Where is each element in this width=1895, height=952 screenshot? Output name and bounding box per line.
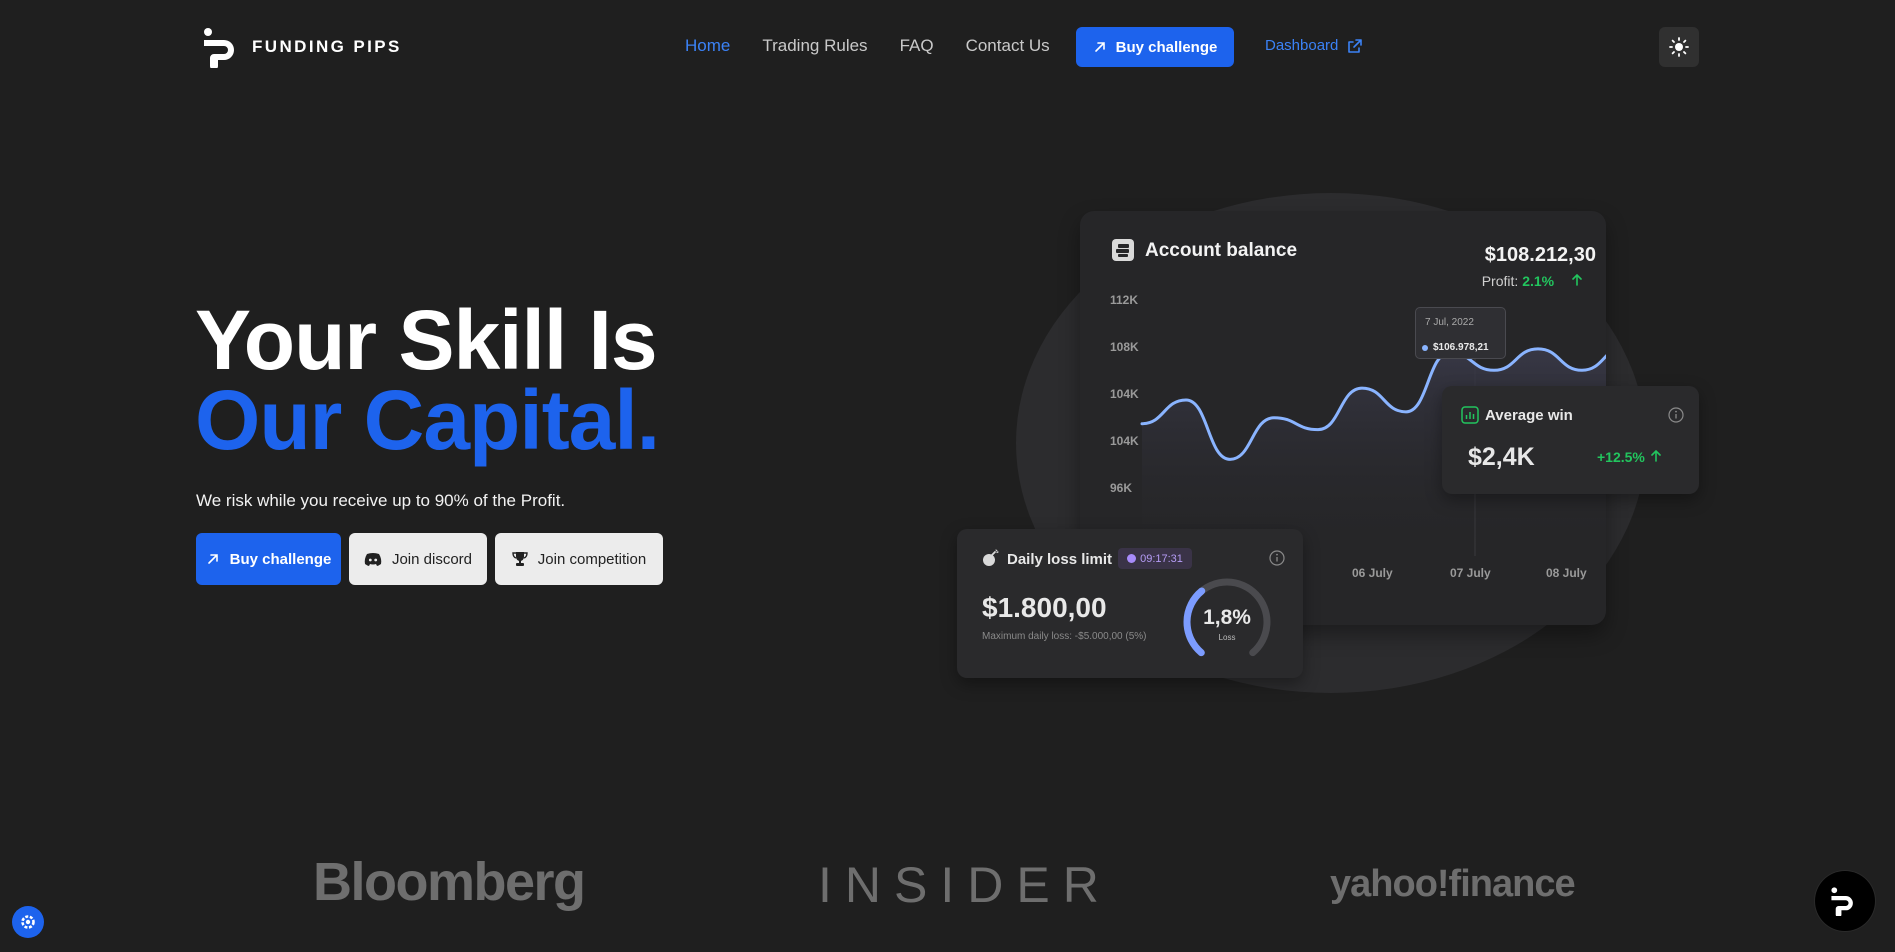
theme-toggle-button[interactable] [1659, 27, 1699, 67]
sun-icon [1669, 37, 1689, 57]
countdown-timer-text: 09:17:31 [1140, 552, 1183, 565]
bar-chart-icon [1461, 406, 1479, 424]
tooltip-dot [1422, 345, 1428, 351]
hero-cta-row: Buy challenge Join discord Join competit… [196, 533, 663, 585]
join-competition-button[interactable]: Join competition [495, 533, 663, 585]
cookie-settings-button[interactable] [12, 906, 44, 938]
tooltip-date: 7 Jul, 2022 [1425, 317, 1474, 328]
average-win-title: Average win [1485, 407, 1573, 424]
tooltip-value: $106.978,21 [1433, 342, 1489, 353]
dashboard-link[interactable]: Dashboard [1265, 37, 1363, 54]
hero-buy-challenge-button[interactable]: Buy challenge [196, 533, 341, 585]
clock-icon [1127, 554, 1137, 563]
top-nav: FUNDING PIPS Home Trading Rules FAQ Cont… [0, 0, 1895, 94]
daily-loss-subtitle: Maximum daily loss: -$5.000,00 (5%) [982, 631, 1147, 642]
nav-buy-label: Buy challenge [1115, 38, 1218, 56]
join-competition-label: Join competition [537, 550, 647, 568]
chart-tooltip: 7 Jul, 2022 $106.978,21 [1415, 307, 1506, 359]
press-logo-bloomberg: Bloomberg [313, 852, 586, 912]
hero-title-line2: Our Capital. [195, 373, 660, 467]
nav-contact-us[interactable]: Contact Us [966, 36, 1050, 56]
daily-loss-limit-card: Daily loss limit 09:17:31 $1.800,00 Maxi… [957, 529, 1303, 678]
dashboard-label: Dashboard [1265, 37, 1339, 54]
average-win-card: Average win $2,4K +12.5% [1442, 386, 1699, 494]
gear-icon [21, 915, 35, 929]
external-link-icon [1348, 38, 1363, 53]
join-discord-button[interactable]: Join discord [349, 533, 487, 585]
countdown-timer: 09:17:31 [1118, 548, 1192, 569]
join-discord-label: Join discord [391, 550, 473, 568]
nav-trading-rules[interactable]: Trading Rules [762, 36, 867, 56]
arrow-up-right-icon [207, 554, 218, 564]
logo-mark-icon [204, 28, 234, 68]
hero-title: Your Skill Is Our Capital. [195, 293, 660, 467]
gauge-label: Loss [1218, 633, 1236, 642]
discord-icon [364, 553, 382, 566]
hero-subtitle: We risk while you receive up to 90% of t… [196, 491, 566, 510]
gauge-value: 1,8% [1203, 606, 1251, 629]
daily-loss-value: $1.800,00 [982, 592, 1107, 623]
info-icon[interactable] [1269, 550, 1285, 566]
info-icon[interactable] [1668, 407, 1684, 423]
trophy-icon [512, 552, 528, 566]
main-menu: Home Trading Rules FAQ Contact Us [685, 36, 1082, 56]
daily-loss-title: Daily loss limit [1007, 551, 1113, 568]
chat-widget-button[interactable] [1815, 871, 1875, 931]
hero-title-line1: Your Skill Is [195, 293, 658, 387]
average-win-change: +12.5% [1597, 449, 1661, 465]
brand-logo[interactable]: FUNDING PIPS [202, 26, 402, 68]
arrow-up-right-icon [1094, 42, 1105, 52]
average-win-value: $2,4K [1468, 443, 1535, 471]
nav-buy-challenge-button[interactable]: Buy challenge [1076, 27, 1234, 67]
hero-buy-label: Buy challenge [229, 550, 332, 568]
average-win-change-text: +12.5% [1597, 449, 1645, 465]
press-logo-insider: INSIDER [818, 857, 1112, 913]
bomb-icon [983, 549, 999, 566]
brand-name: FUNDING PIPS [252, 37, 402, 56]
arrow-up-icon [1650, 449, 1661, 462]
nav-home[interactable]: Home [685, 36, 730, 56]
press-logo-yahoo-finance: yahoo!finance [1330, 863, 1576, 905]
nav-faq[interactable]: FAQ [900, 36, 934, 56]
chat-logo-icon [1831, 887, 1853, 916]
